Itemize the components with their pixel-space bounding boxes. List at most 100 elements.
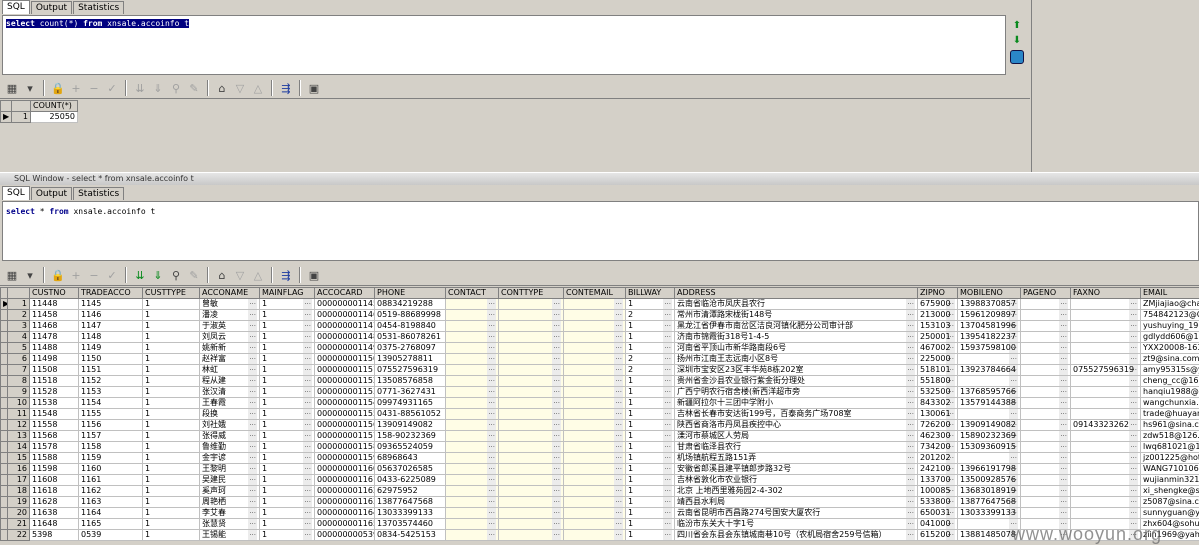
query-by-example-icon[interactable]: ⌂ xyxy=(214,267,230,283)
table-row[interactable]: 91152811531···张汉清···10000000011530771-36… xyxy=(1,387,1199,398)
table-cell[interactable]: ···周艳栖 xyxy=(200,497,260,508)
table-cell[interactable]: ··· xyxy=(499,398,564,409)
table-cell[interactable]: ··· xyxy=(446,343,499,354)
save-icon[interactable]: ▣ xyxy=(306,267,322,283)
ellipsis-button[interactable]: ··· xyxy=(614,497,623,507)
table-row[interactable]: 41147811481···刘凤云···10000000011480531-86… xyxy=(1,332,1199,343)
table-cell[interactable]: 1 xyxy=(143,387,200,398)
ellipsis-button[interactable]: ··· xyxy=(614,530,623,540)
table-cell[interactable]: ···刘凤云 xyxy=(200,332,260,343)
ellipsis-button[interactable]: ··· xyxy=(663,332,672,342)
table-cell[interactable]: 1 xyxy=(143,365,200,376)
ellipsis-button[interactable]: ··· xyxy=(906,332,915,342)
table-cell[interactable]: 11618 xyxy=(30,486,79,497)
ellipsis-button[interactable]: ··· xyxy=(487,387,496,397)
ellipsis-button[interactable]: ··· xyxy=(1009,453,1018,463)
table-cell[interactable]: ···15890232369 xyxy=(958,431,1021,442)
column-header[interactable]: ADDRESS xyxy=(675,288,918,299)
table-cell[interactable]: ··· xyxy=(446,398,499,409)
ellipsis-button[interactable]: ··· xyxy=(248,376,257,386)
table-cell[interactable]: ···扬州市江南王志远南小区8号 xyxy=(675,354,918,365)
ellipsis-button[interactable]: ··· xyxy=(663,310,672,320)
table-row[interactable]: 191162811631···周艳栖···1000000001163138776… xyxy=(1,497,1199,508)
table-cell[interactable]: ··· xyxy=(564,530,626,541)
table-cell[interactable]: ··· xyxy=(564,321,626,332)
table-cell[interactable]: ··· xyxy=(564,431,626,442)
table-cell[interactable]: 000000001165 xyxy=(315,519,375,530)
ellipsis-button[interactable]: ··· xyxy=(663,475,672,485)
ellipsis-button[interactable]: ··· xyxy=(1129,332,1138,342)
window-titlebar[interactable]: SQL Window - select * from xnsale.accoin… xyxy=(0,172,1199,185)
ellipsis-button[interactable]: ··· xyxy=(248,354,257,364)
table-cell[interactable]: ···153103 xyxy=(918,321,958,332)
table-cell[interactable]: ··· xyxy=(1021,321,1071,332)
sql-editor[interactable]: select count(*) from xnsale.accoinfo t xyxy=(2,15,1006,75)
table-cell[interactable]: ···张汉清 xyxy=(200,387,260,398)
table-cell[interactable]: ··· xyxy=(564,365,626,376)
table-cell[interactable]: ··· xyxy=(564,508,626,519)
ellipsis-button[interactable]: ··· xyxy=(663,365,672,375)
table-cell[interactable]: ··· xyxy=(1021,508,1071,519)
table-row[interactable]: 51148811491···姚新新···10000000011490375-27… xyxy=(1,343,1199,354)
table-cell[interactable]: ···13704581996 xyxy=(958,321,1021,332)
table-cell[interactable]: 11568 xyxy=(30,431,79,442)
table-cell[interactable]: ··· xyxy=(1071,508,1141,519)
table-cell[interactable]: ···15937598100 xyxy=(958,343,1021,354)
ellipsis-button[interactable]: ··· xyxy=(614,420,623,430)
table-cell[interactable]: ···吉林省长春市安达街199号，百泰商务广场708室 xyxy=(675,409,918,420)
table-cell[interactable]: hs961@sina.co xyxy=(1141,420,1199,431)
ellipsis-button[interactable]: ··· xyxy=(614,409,623,419)
table-row[interactable]: 121155811561···刘社娥···1000000001156139091… xyxy=(1,420,1199,431)
table-row[interactable]: 21145811461···潘凌···10000000011460519-886… xyxy=(1,310,1199,321)
column-header[interactable]: PAGENO xyxy=(1021,288,1071,299)
table-cell[interactable]: 5398 xyxy=(30,530,79,541)
post-icon[interactable]: ✓ xyxy=(104,80,120,96)
table-cell[interactable]: ··· xyxy=(1021,365,1071,376)
table-cell[interactable]: 000000001164 xyxy=(315,508,375,519)
table-cell[interactable]: 0375-2768097 xyxy=(375,343,446,354)
ellipsis-button[interactable]: ··· xyxy=(552,464,561,474)
table-cell[interactable]: 1160 xyxy=(79,464,143,475)
ellipsis-button[interactable]: ··· xyxy=(614,431,623,441)
table-cell[interactable]: ··· xyxy=(499,420,564,431)
table-cell[interactable]: 0539 xyxy=(79,530,143,541)
table-cell[interactable]: ··· xyxy=(1021,420,1071,431)
table-cell[interactable]: 11468 xyxy=(30,321,79,332)
ellipsis-button[interactable]: ··· xyxy=(248,420,257,430)
ellipsis-button[interactable]: ··· xyxy=(248,486,257,496)
table-cell[interactable]: ··· xyxy=(499,497,564,508)
ellipsis-button[interactable]: ··· xyxy=(614,332,623,342)
table-cell[interactable]: ···济南市锦霞街318号1-4-5 xyxy=(675,332,918,343)
table-cell[interactable]: 08834219288 xyxy=(375,299,446,310)
table-cell[interactable]: YXX20008-163 xyxy=(1141,343,1199,354)
ellipsis-button[interactable]: ··· xyxy=(906,376,915,386)
table-cell[interactable]: ··· xyxy=(1071,332,1141,343)
column-header[interactable]: ACCONAME xyxy=(200,288,260,299)
table-cell[interactable]: ···鲁维勤 xyxy=(200,442,260,453)
table-row[interactable]: 31146811471···于淑英···10000000011470454-81… xyxy=(1,321,1199,332)
table-row[interactable]: 71150811511···林虹···100000000115107552759… xyxy=(1,365,1199,376)
table-cell[interactable]: ···1 xyxy=(626,497,675,508)
table-cell[interactable]: ··· xyxy=(446,431,499,442)
table-cell[interactable]: ···甘肃省临泽县农行 xyxy=(675,442,918,453)
table-cell[interactable]: zt9@sina.com xyxy=(1141,354,1199,365)
table-cell[interactable]: ···15309360915 xyxy=(958,442,1021,453)
ellipsis-button[interactable]: ··· xyxy=(248,409,257,419)
table-cell[interactable]: ··· xyxy=(564,354,626,365)
table-cell[interactable]: ···1 xyxy=(626,420,675,431)
ellipsis-button[interactable]: ··· xyxy=(552,332,561,342)
table-cell[interactable]: 0531-86078261 xyxy=(375,332,446,343)
ellipsis-button[interactable]: ··· xyxy=(303,486,312,496)
table-cell[interactable]: ··· xyxy=(446,519,499,530)
ellipsis-button[interactable]: ··· xyxy=(614,387,623,397)
ellipsis-button[interactable]: ··· xyxy=(303,464,312,474)
ellipsis-button[interactable]: ··· xyxy=(487,409,496,419)
ellipsis-button[interactable]: ··· xyxy=(303,530,312,540)
table-cell[interactable]: ··· xyxy=(499,475,564,486)
table-cell[interactable]: ···王锡能 xyxy=(200,530,260,541)
column-header[interactable]: COUNT(*) xyxy=(31,101,78,112)
table-cell[interactable]: ··· xyxy=(1071,387,1141,398)
ellipsis-button[interactable]: ··· xyxy=(552,442,561,452)
clear-icon[interactable]: ✎ xyxy=(186,267,202,283)
ellipsis-button[interactable]: ··· xyxy=(906,365,915,375)
